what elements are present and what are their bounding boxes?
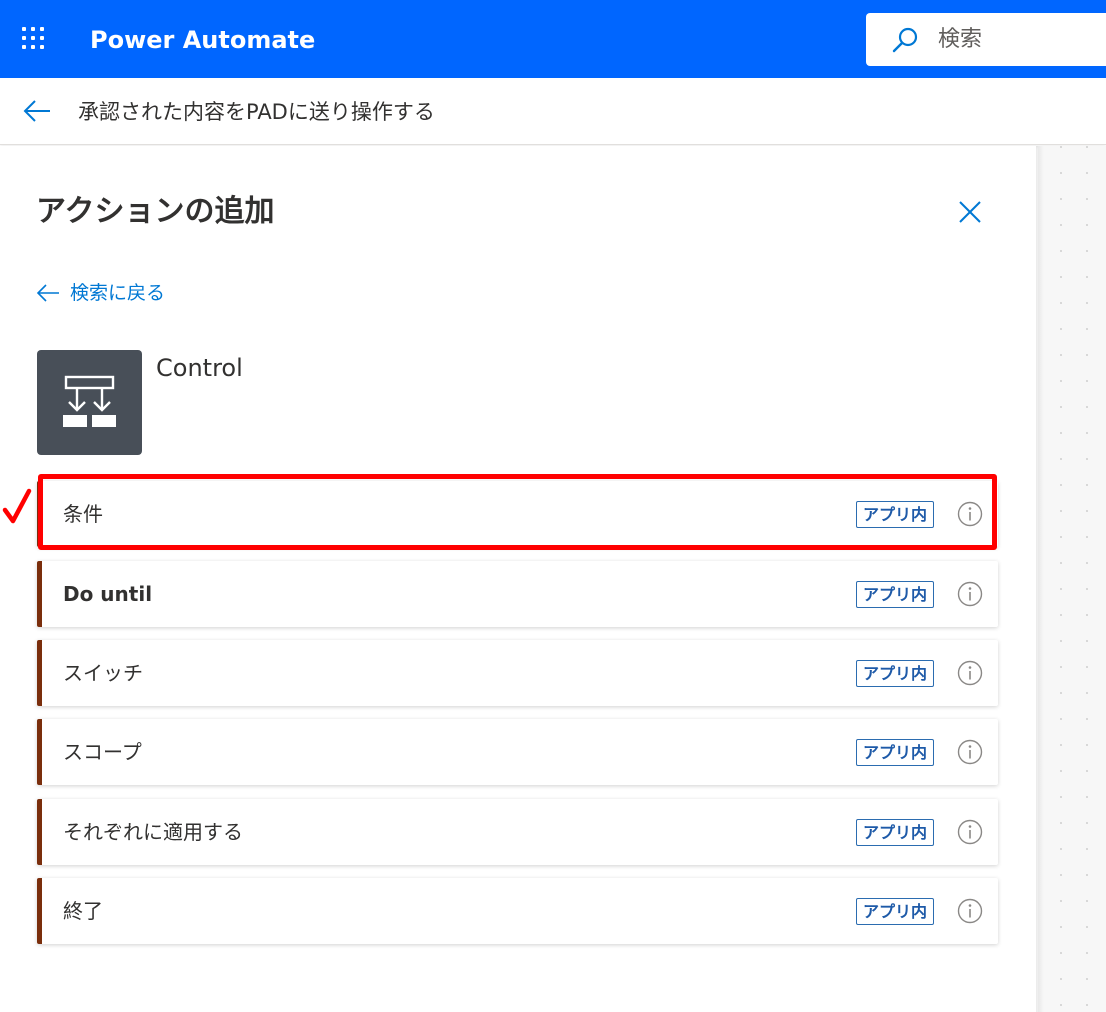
in-app-badge: アプリ内 bbox=[856, 739, 935, 766]
info-icon[interactable] bbox=[957, 660, 983, 686]
flow-header: 承認された内容をPADに送り操作する bbox=[0, 78, 1106, 145]
info-icon[interactable] bbox=[957, 819, 983, 845]
search-input[interactable]: 検索 bbox=[938, 26, 982, 54]
search-icon bbox=[892, 27, 918, 53]
action-item-do-until[interactable]: Do until アプリ内 bbox=[37, 561, 998, 627]
panel-shadow bbox=[1036, 146, 1044, 1012]
action-label: Do until bbox=[63, 582, 153, 606]
in-app-badge: アプリ内 bbox=[856, 660, 935, 687]
checkmark-icon bbox=[2, 488, 32, 524]
panel-title: アクションの追加 bbox=[36, 194, 275, 229]
control-flow-icon bbox=[63, 375, 116, 427]
info-icon[interactable] bbox=[957, 739, 983, 765]
action-label: それぞれに適用する bbox=[63, 820, 243, 844]
app-launcher-icon[interactable] bbox=[22, 27, 48, 53]
in-app-badge: アプリ内 bbox=[856, 819, 935, 846]
action-item-condition[interactable]: 条件 アプリ内 bbox=[37, 481, 998, 547]
back-arrow-icon bbox=[36, 284, 59, 302]
close-icon[interactable] bbox=[956, 198, 984, 226]
info-icon[interactable] bbox=[957, 898, 983, 924]
top-app-bar: Power Automate 検索 bbox=[0, 0, 1106, 78]
in-app-badge: アプリ内 bbox=[856, 501, 935, 528]
action-label: 終了 bbox=[63, 899, 103, 923]
back-to-search-link[interactable]: 検索に戻る bbox=[36, 280, 165, 306]
action-label: 条件 bbox=[63, 502, 103, 526]
designer-canvas[interactable] bbox=[1038, 146, 1106, 1012]
search-box[interactable]: 検索 bbox=[866, 13, 1106, 66]
in-app-badge: アプリ内 bbox=[856, 898, 935, 925]
back-to-search-label: 検索に戻る bbox=[70, 282, 166, 304]
action-item-apply-to-each[interactable]: それぞれに適用する アプリ内 bbox=[37, 799, 998, 865]
info-icon[interactable] bbox=[957, 581, 983, 607]
action-item-terminate[interactable]: 終了 アプリ内 bbox=[37, 878, 998, 944]
action-item-switch[interactable]: スイッチ アプリ内 bbox=[37, 640, 998, 706]
in-app-badge: アプリ内 bbox=[856, 581, 935, 608]
action-label: スコープ bbox=[63, 740, 142, 764]
flow-title: 承認された内容をPADに送り操作する bbox=[78, 100, 435, 124]
action-item-scope[interactable]: スコープ アプリ内 bbox=[37, 719, 998, 785]
action-label: スイッチ bbox=[63, 661, 143, 685]
connector-name: Control bbox=[156, 354, 243, 382]
control-connector-icon bbox=[37, 350, 142, 455]
back-arrow-icon[interactable] bbox=[22, 98, 52, 124]
app-name[interactable]: Power Automate bbox=[90, 24, 315, 56]
info-icon[interactable] bbox=[957, 501, 983, 527]
